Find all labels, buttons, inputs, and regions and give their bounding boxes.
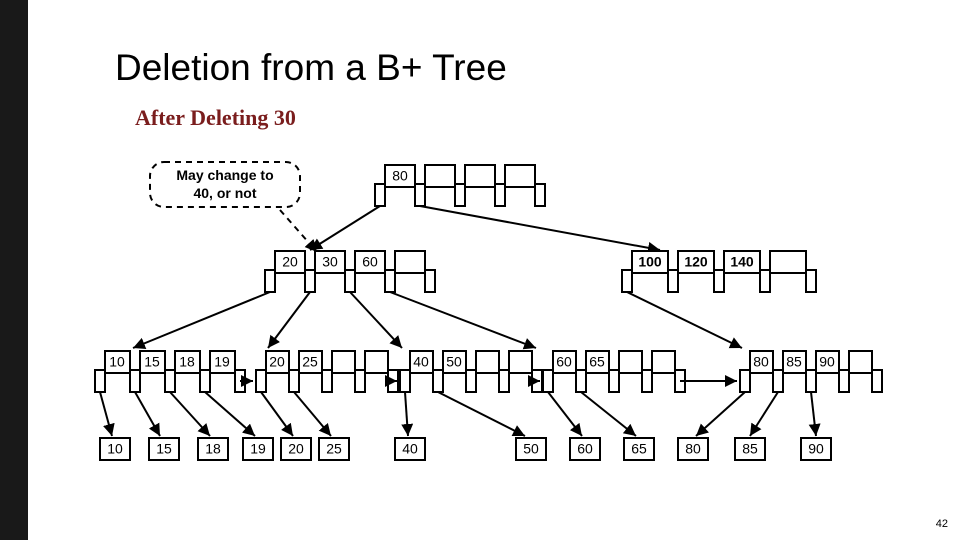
- leaf-4: 80 85 90: [740, 351, 882, 392]
- svg-text:80: 80: [685, 441, 701, 457]
- svg-text:85: 85: [742, 441, 758, 457]
- svg-text:90: 90: [808, 441, 824, 457]
- bplus-tree-diagram: May change to 40, or not 80: [0, 0, 960, 540]
- svg-text:80: 80: [392, 168, 408, 184]
- svg-text:50: 50: [446, 354, 462, 370]
- callout-note: May change to 40, or not: [150, 162, 317, 252]
- root-node: 80: [375, 165, 545, 206]
- svg-text:60: 60: [556, 354, 572, 370]
- svg-text:19: 19: [250, 441, 266, 457]
- svg-text:90: 90: [819, 354, 835, 370]
- svg-text:65: 65: [589, 354, 605, 370]
- svg-text:25: 25: [326, 441, 342, 457]
- svg-text:100: 100: [638, 254, 662, 270]
- svg-text:18: 18: [205, 441, 221, 457]
- svg-text:25: 25: [302, 354, 318, 370]
- callout-line2: 40, or not: [193, 185, 256, 201]
- leaf-3: 60 65: [543, 351, 685, 392]
- svg-text:40: 40: [413, 354, 429, 370]
- svg-text:20: 20: [282, 254, 298, 270]
- svg-text:10: 10: [109, 354, 125, 370]
- svg-text:20: 20: [288, 441, 304, 457]
- leaf-1: 20 25: [256, 351, 398, 392]
- svg-text:80: 80: [753, 354, 769, 370]
- svg-text:18: 18: [179, 354, 195, 370]
- svg-text:140: 140: [730, 254, 754, 270]
- internal-right: 100 120 140: [622, 251, 816, 292]
- svg-text:20: 20: [269, 354, 285, 370]
- svg-text:15: 15: [156, 441, 172, 457]
- data-records: 10 15 18 19 20 25 40 50 60 65 80 85 90: [100, 438, 831, 460]
- svg-text:85: 85: [786, 354, 802, 370]
- svg-text:10: 10: [107, 441, 123, 457]
- svg-text:60: 60: [577, 441, 593, 457]
- svg-text:15: 15: [144, 354, 160, 370]
- svg-text:65: 65: [631, 441, 647, 457]
- leaf-0: 10 15 18 19: [95, 351, 245, 392]
- svg-text:60: 60: [362, 254, 378, 270]
- svg-text:40: 40: [402, 441, 418, 457]
- svg-text:50: 50: [523, 441, 539, 457]
- svg-text:120: 120: [684, 254, 708, 270]
- svg-text:19: 19: [214, 354, 230, 370]
- callout-line1: May change to: [176, 167, 273, 183]
- leaf-2: 40 50: [400, 351, 542, 392]
- internal-left: 20 30 60: [265, 251, 435, 292]
- svg-text:30: 30: [322, 254, 338, 270]
